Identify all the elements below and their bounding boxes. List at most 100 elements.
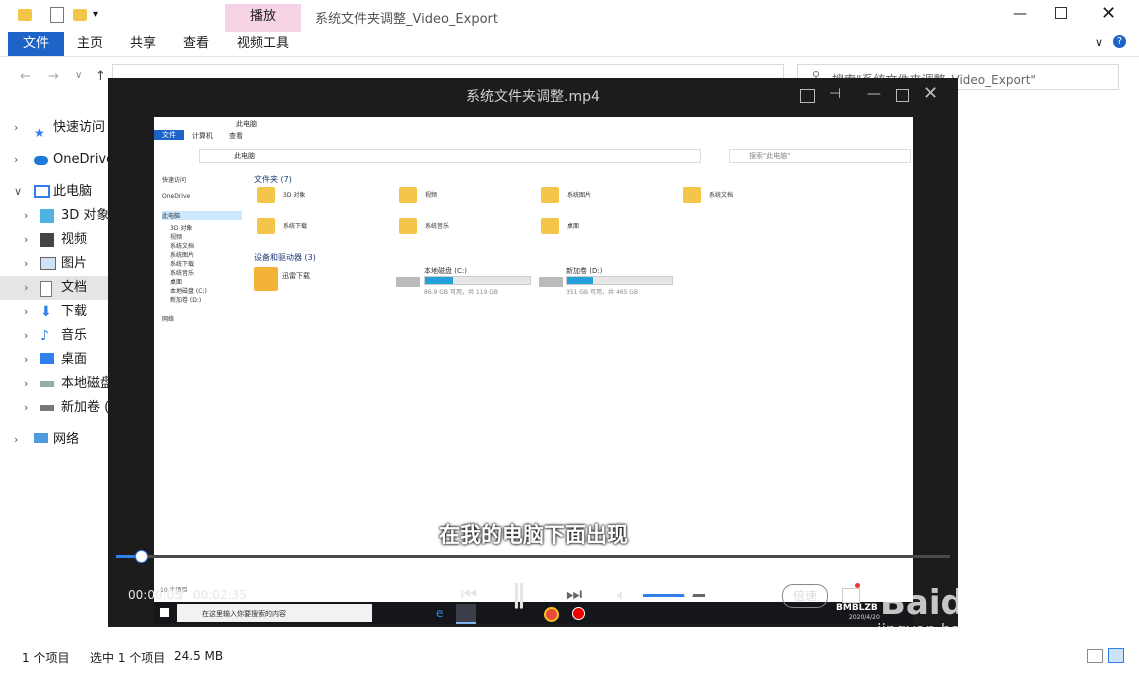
folder-label: 系统音乐 xyxy=(425,223,450,230)
seek-bar[interactable] xyxy=(116,550,950,563)
sidebar-item-pictures[interactable]: › 图片 xyxy=(0,252,108,276)
ribbon-collapse-icon[interactable]: ∨ xyxy=(1095,36,1103,49)
player-close-button[interactable]: ✕ xyxy=(923,83,938,104)
player-maximize-button[interactable] xyxy=(896,89,909,102)
notification-dot xyxy=(855,583,860,588)
quick-access-dropdown[interactable]: ▾ xyxy=(93,9,98,20)
inner-address-text: 此电脑 xyxy=(234,152,255,160)
close-button[interactable]: ✕ xyxy=(1101,3,1116,24)
inner-sidebar-item: OneDrive xyxy=(162,193,191,200)
tab-video-tools[interactable]: 视频工具 xyxy=(226,32,300,56)
maximize-button[interactable] xyxy=(1055,7,1067,19)
tab-file[interactable]: 文件 xyxy=(8,32,64,56)
next-icon[interactable]: ⏭ xyxy=(566,584,582,605)
folder-icon xyxy=(399,187,417,203)
inner-sidebar-item: 系统下载 xyxy=(170,261,195,268)
details-view-icon[interactable] xyxy=(1087,649,1103,663)
selected-count: 选中 1 个项目 xyxy=(90,651,166,665)
sidebar-item-this-pc[interactable]: ∨ 此电脑 xyxy=(0,180,108,204)
miniplayer-icon[interactable] xyxy=(800,89,815,103)
status-bar: 1 个项目 选中 1 个项目 24.5 MB xyxy=(0,644,1139,675)
sidebar-item-music[interactable]: › ♪ 音乐 xyxy=(0,324,108,348)
windows-start-icon xyxy=(160,608,169,617)
drive-icon xyxy=(40,405,54,411)
video-frame[interactable]: 此电脑 文件 计算机 查看 此电脑 搜索"此电脑" 快速访问 OneDrive 此电… xyxy=(154,117,913,624)
inner-address-bar xyxy=(199,149,701,163)
player-minimize-button[interactable]: — xyxy=(867,86,881,102)
sidebar-item-local-disk[interactable]: › 本地磁盘 xyxy=(0,372,113,396)
volume-slider[interactable] xyxy=(643,590,705,599)
folders-header: 文件夹 (7) xyxy=(254,175,292,184)
tab-view[interactable]: 查看 xyxy=(176,32,216,56)
sidebar-item-3d-objects[interactable]: › 3D 对象 xyxy=(0,204,109,228)
time-separator: / xyxy=(180,588,185,602)
tab-share[interactable]: 共享 xyxy=(123,32,163,56)
device-name: 本地磁盘 (C:) xyxy=(424,267,467,275)
inner-sidebar-item: 此电脑 xyxy=(162,211,242,220)
folder-icon xyxy=(18,9,32,21)
taskbar-logo: BMBLZB xyxy=(836,603,878,613)
ribbon: 文件 主页 共享 查看 视频工具 ∨ ? xyxy=(0,32,1139,57)
properties-icon[interactable] xyxy=(50,7,64,23)
volume-fill xyxy=(643,594,689,597)
explorer-taskbar-icon xyxy=(456,604,476,624)
drive-c-icon xyxy=(396,277,420,287)
up-icon[interactable]: ↑ xyxy=(95,69,106,84)
folder-label: 视频 xyxy=(425,192,438,199)
toolbox-icon[interactable] xyxy=(842,588,860,603)
pause-icon[interactable]: ∥ xyxy=(512,580,525,610)
inner-tab-computer: 计算机 xyxy=(192,132,213,140)
folder-label: 桌面 xyxy=(567,223,580,230)
minimize-button[interactable]: — xyxy=(1013,6,1027,22)
drive-d-usage-fill xyxy=(567,277,594,284)
help-icon[interactable]: ? xyxy=(1113,35,1126,48)
baidu-watermark-url: jingyan.baidu.com xyxy=(877,620,1025,639)
sidebar-item-videos[interactable]: › 视频 xyxy=(0,228,108,252)
new-folder-icon[interactable] xyxy=(73,9,87,21)
explorer-titlebar: ▾ 播放 系统文件夹调整_Video_Export — ✕ xyxy=(0,0,1139,32)
sidebar-item-onedrive[interactable]: › OneDrive xyxy=(0,148,114,172)
stop-icon[interactable] xyxy=(416,589,429,602)
computer-icon xyxy=(34,185,50,198)
drive-c-usage-bar xyxy=(424,276,531,285)
folder-label: 系统图片 xyxy=(567,192,592,199)
music-icon: ♪ xyxy=(40,328,49,344)
tab-home[interactable]: 主页 xyxy=(70,32,110,56)
sidebar-item-downloads[interactable]: › ⬇ 下载 xyxy=(0,300,108,324)
sidebar-item-desktop[interactable]: › 桌面 xyxy=(0,348,108,372)
baidu-watermark: Baidu经验 xyxy=(880,583,1058,623)
window-title: 系统文件夹调整_Video_Export xyxy=(315,12,498,27)
device-name: 迅雷下载 xyxy=(282,272,310,280)
sidebar-item-new-volume[interactable]: › 新加卷 ( xyxy=(0,396,109,420)
inner-tab-file: 文件 xyxy=(154,130,184,140)
sidebar-item-network[interactable]: › 网络 xyxy=(0,428,108,452)
total-time: 00:02:35 xyxy=(193,588,247,602)
volume-icon[interactable]: 🔈︎ xyxy=(617,585,627,605)
taskbar-search-text: 在这里输入你要搜索的内容 xyxy=(202,610,286,618)
seek-handle[interactable] xyxy=(135,550,149,563)
recent-dropdown-icon[interactable]: ∨ xyxy=(75,70,82,81)
sidebar-item-quick-access[interactable]: › ★ 快速访问 xyxy=(0,116,108,140)
folder-icon xyxy=(257,218,275,234)
cloud-icon xyxy=(34,156,48,165)
sidebar-item-documents[interactable]: › 文档 xyxy=(0,276,108,300)
previous-icon[interactable]: ⏮ xyxy=(461,584,477,605)
inner-sidebar-item: 网络 xyxy=(162,316,175,323)
forward-icon[interactable]: → xyxy=(48,69,59,84)
speed-button[interactable]: 倍速 xyxy=(782,584,828,608)
back-icon[interactable]: ← xyxy=(20,69,31,84)
current-time: 00:00:05 xyxy=(128,588,182,602)
inner-tab-view: 查看 xyxy=(229,132,243,140)
inner-sidebar-item: 桌面 xyxy=(170,279,183,286)
inner-sidebar-item: 视频 xyxy=(170,234,183,241)
inner-sidebar-item: 3D 对象 xyxy=(170,225,193,232)
folder-icon xyxy=(683,187,701,203)
download-icon: ⬇ xyxy=(40,304,52,320)
pin-icon[interactable]: ⊣ xyxy=(829,86,841,102)
subtitle-text: 在我的电脑下面出现 xyxy=(439,523,628,547)
item-count: 1 个项目 xyxy=(22,651,70,665)
drive-d-icon xyxy=(539,277,563,287)
inner-sidebar-item: 系统音乐 xyxy=(170,270,195,277)
inner-sidebar-item: 本地磁盘 (C:) xyxy=(170,288,207,295)
large-icons-view-icon[interactable] xyxy=(1108,648,1124,663)
